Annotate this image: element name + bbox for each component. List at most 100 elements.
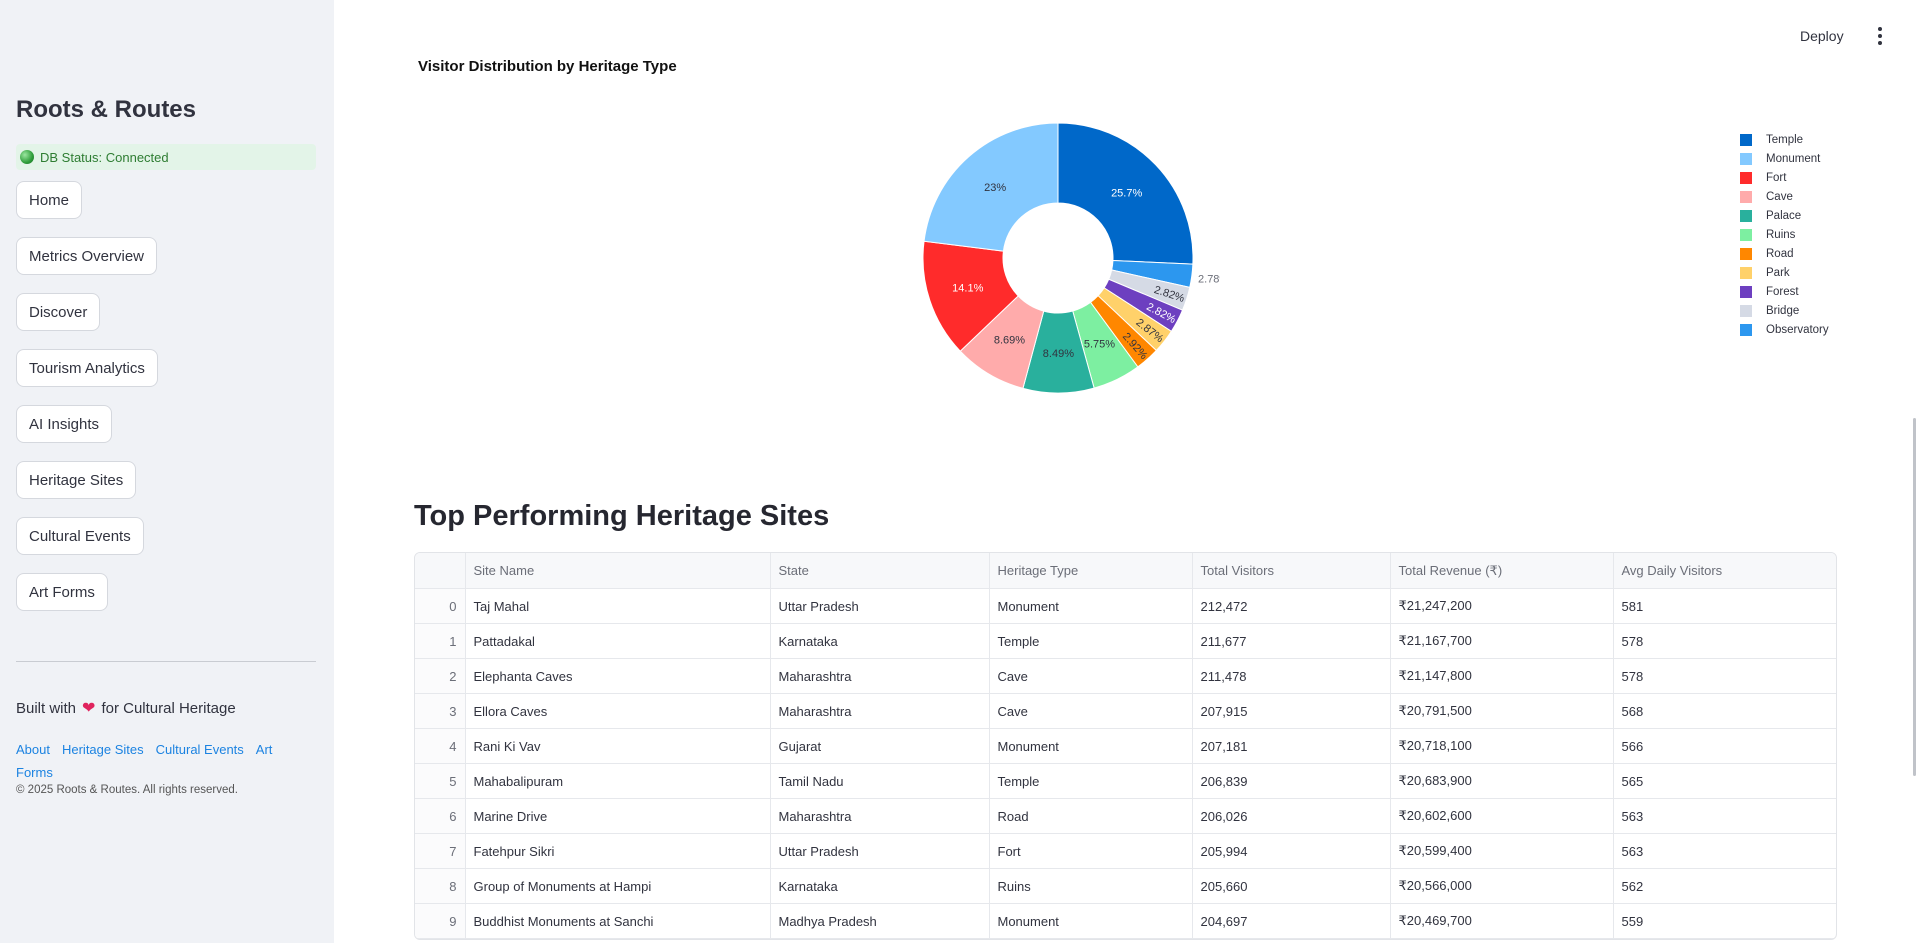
footer-link-cultural-events[interactable]: Cultural Events <box>156 742 244 757</box>
table-cell[interactable]: 207,915 <box>1192 693 1391 729</box>
table-cell[interactable]: ₹20,791,500 <box>1390 693 1614 729</box>
table-cell[interactable]: Marine Drive <box>465 798 771 834</box>
footer-link-about[interactable]: About <box>16 742 50 757</box>
table-cell[interactable]: ₹20,718,100 <box>1390 728 1614 764</box>
column-header[interactable]: Total Visitors <box>1192 553 1391 589</box>
table-cell[interactable]: ₹20,469,700 <box>1390 903 1614 939</box>
table-cell[interactable]: Uttar Pradesh <box>770 588 990 624</box>
table-cell[interactable]: 581 <box>1613 588 1836 624</box>
table-cell[interactable]: 205,660 <box>1192 868 1391 904</box>
row-index[interactable]: 0 <box>415 588 466 624</box>
table-cell[interactable]: Madhya Pradesh <box>770 903 990 939</box>
table-cell[interactable]: 578 <box>1613 623 1836 659</box>
nav-ai-insights-button[interactable]: AI Insights <box>16 405 113 443</box>
table-cell[interactable]: Rani Ki Vav <box>465 728 771 764</box>
table-cell[interactable]: ₹20,602,600 <box>1390 798 1614 834</box>
legend-item[interactable]: Monument <box>1740 149 1829 168</box>
table-cell[interactable]: Temple <box>989 763 1193 799</box>
column-header[interactable]: Total Revenue (₹) <box>1390 553 1614 589</box>
row-index[interactable]: 3 <box>415 693 466 729</box>
table-row[interactable]: 5 Mahabalipuram Tamil Nadu Temple 206,839 ₹20… <box>415 763 1836 799</box>
table-cell[interactable]: 204,697 <box>1192 903 1391 939</box>
table-row[interactable]: 8 Group of Monuments at Hampi Karnataka Rui… <box>415 868 1836 904</box>
table-cell[interactable]: 568 <box>1613 693 1836 729</box>
table-cell[interactable]: 563 <box>1613 833 1836 869</box>
legend-item[interactable]: Cave <box>1740 187 1829 206</box>
footer-link-heritage-sites[interactable]: Heritage Sites <box>62 742 144 757</box>
row-index[interactable]: 5 <box>415 763 466 799</box>
table-cell[interactable]: Cave <box>989 658 1193 694</box>
table-cell[interactable]: ₹21,167,700 <box>1390 623 1614 659</box>
row-index[interactable]: 9 <box>415 903 466 939</box>
legend-item[interactable]: Road <box>1740 244 1829 263</box>
table-cell[interactable]: Fatehpur Sikri <box>465 833 771 869</box>
table-cell[interactable]: 206,839 <box>1192 763 1391 799</box>
table-row[interactable]: 9 Buddhist Monuments at Sanchi Madhya Prad… <box>415 903 1836 939</box>
nav-heritage-sites-button[interactable]: Heritage Sites <box>16 461 137 499</box>
table-row[interactable]: 7 Fatehpur Sikri Uttar Pradesh Fort 205,994 ₹… <box>415 833 1836 869</box>
legend-item[interactable]: Temple <box>1740 130 1829 149</box>
table-cell[interactable]: 566 <box>1613 728 1836 764</box>
nav-cultural-events-button[interactable]: Cultural Events <box>16 517 144 555</box>
table-cell[interactable]: 207,181 <box>1192 728 1391 764</box>
table-cell[interactable]: 211,677 <box>1192 623 1391 659</box>
legend-item[interactable]: Forest <box>1740 282 1829 301</box>
column-header[interactable]: Site Name <box>465 553 771 589</box>
table-cell[interactable]: Elephanta Caves <box>465 658 771 694</box>
table-cell[interactable]: Monument <box>989 588 1193 624</box>
table-cell[interactable]: 205,994 <box>1192 833 1391 869</box>
table-cell[interactable]: Buddhist Monuments at Sanchi <box>465 903 771 939</box>
table-cell[interactable]: 563 <box>1613 798 1836 834</box>
deploy-button[interactable]: Deploy <box>1800 24 1844 48</box>
nav-art-forms-button[interactable]: Art Forms <box>16 573 108 611</box>
column-header[interactable] <box>415 553 466 589</box>
table-cell[interactable]: Cave <box>989 693 1193 729</box>
row-index[interactable]: 7 <box>415 833 466 869</box>
table-cell[interactable]: Fort <box>989 833 1193 869</box>
table-row[interactable]: 0 Taj Mahal Uttar Pradesh Monument 212,472 ₹2… <box>415 588 1836 624</box>
table-cell[interactable]: Maharashtra <box>770 693 990 729</box>
table-cell[interactable]: Road <box>989 798 1193 834</box>
table-cell[interactable]: ₹20,599,400 <box>1390 833 1614 869</box>
row-index[interactable]: 6 <box>415 798 466 834</box>
table-cell[interactable]: Group of Monuments at Hampi <box>465 868 771 904</box>
legend-item[interactable]: Ruins <box>1740 225 1829 244</box>
table-cell[interactable]: Karnataka <box>770 623 990 659</box>
legend-item[interactable]: Park <box>1740 263 1829 282</box>
table-cell[interactable]: Mahabalipuram <box>465 763 771 799</box>
table-cell[interactable]: 212,472 <box>1192 588 1391 624</box>
legend-item[interactable]: Observatory <box>1740 320 1829 339</box>
main-menu-icon[interactable] <box>1871 24 1889 48</box>
table-row[interactable]: 1 Pattadakal Karnataka Temple 211,677 ₹21,167… <box>415 623 1836 659</box>
table-cell[interactable]: Uttar Pradesh <box>770 833 990 869</box>
table-cell[interactable]: 559 <box>1613 903 1836 939</box>
row-index[interactable]: 1 <box>415 623 466 659</box>
column-header[interactable]: State <box>770 553 990 589</box>
table-cell[interactable]: Temple <box>989 623 1193 659</box>
table-cell[interactable]: 206,026 <box>1192 798 1391 834</box>
column-header[interactable]: Heritage Type <box>989 553 1193 589</box>
table-row[interactable]: 6 Marine Drive Maharashtra Road 206,026 ₹20,6… <box>415 798 1836 834</box>
row-index[interactable]: 2 <box>415 658 466 694</box>
table-cell[interactable]: Monument <box>989 903 1193 939</box>
table-cell[interactable]: Taj Mahal <box>465 588 771 624</box>
row-index[interactable]: 8 <box>415 868 466 904</box>
table-cell[interactable]: Maharashtra <box>770 658 990 694</box>
table-cell[interactable]: 565 <box>1613 763 1836 799</box>
table-cell[interactable]: Pattadakal <box>465 623 771 659</box>
nav-discover-button[interactable]: Discover <box>16 293 101 331</box>
nav-tourism-analytics-button[interactable]: Tourism Analytics <box>16 349 158 387</box>
table-cell[interactable]: ₹21,247,200 <box>1390 588 1614 624</box>
legend-item[interactable]: Palace <box>1740 206 1829 225</box>
table-row[interactable]: 4 Rani Ki Vav Gujarat Monument 207,181 ₹20,71… <box>415 728 1836 764</box>
table-cell[interactable]: Ellora Caves <box>465 693 771 729</box>
column-header[interactable]: Avg Daily Visitors <box>1613 553 1836 589</box>
sites-table[interactable]: Site Name State Heritage Type Total Visitor… <box>414 552 1837 940</box>
table-cell[interactable]: Ruins <box>989 868 1193 904</box>
table-cell[interactable]: ₹20,683,900 <box>1390 763 1614 799</box>
page-scrollbar[interactable] <box>1913 418 1916 776</box>
table-cell[interactable]: Monument <box>989 728 1193 764</box>
legend-item[interactable]: Bridge <box>1740 301 1829 320</box>
table-cell[interactable]: 562 <box>1613 868 1836 904</box>
table-row[interactable]: 3 Ellora Caves Maharashtra Cave 207,915 ₹20,7… <box>415 693 1836 729</box>
